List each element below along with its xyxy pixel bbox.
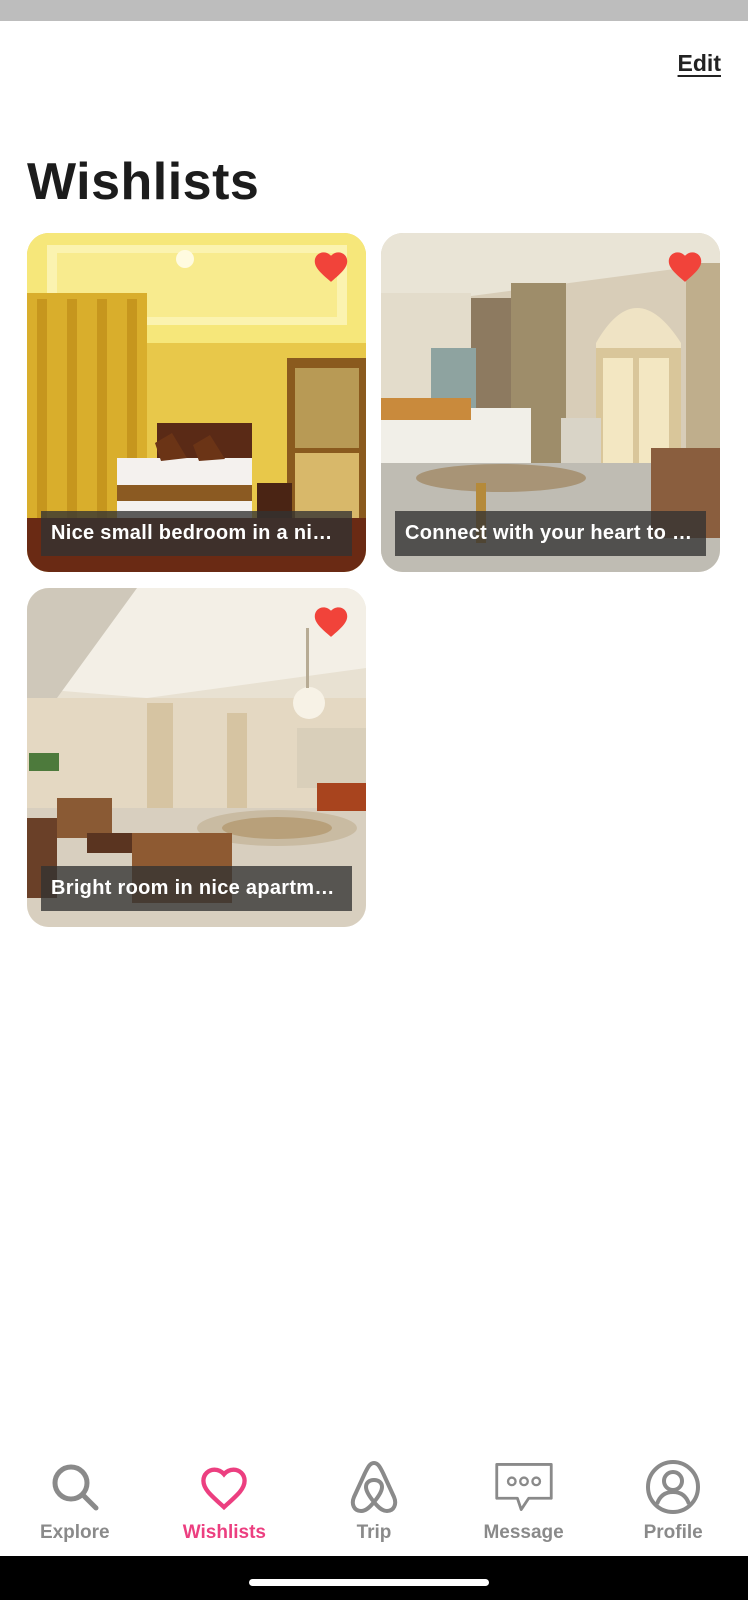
user-circle-icon [642, 1458, 704, 1516]
status-bar [0, 0, 748, 21]
wishlist-title: Nice small bedroom in a nic… [41, 511, 352, 556]
heart-icon[interactable] [312, 604, 350, 638]
wishlist-card[interactable]: Connect with your heart to … [381, 233, 720, 572]
wishlist-title: Bright room in nice apartm… [41, 866, 352, 911]
search-icon [44, 1458, 106, 1516]
nav-label: Wishlists [182, 1522, 267, 1543]
heart-icon[interactable] [666, 249, 704, 283]
nav-label: Explore [39, 1522, 110, 1543]
nav-item-explore[interactable]: Explore [0, 1440, 150, 1556]
airbnb-logo-icon [343, 1458, 405, 1516]
chat-bubble-icon [493, 1458, 555, 1516]
nav-item-message[interactable]: Message [449, 1440, 599, 1556]
nav-label: Trip [356, 1522, 392, 1543]
edit-button[interactable]: Edit [678, 50, 721, 77]
wishlist-card[interactable]: Nice small bedroom in a nic… [27, 233, 366, 572]
nav-item-profile[interactable]: Profile [598, 1440, 748, 1556]
nav-label: Message [483, 1522, 564, 1543]
home-indicator[interactable] [249, 1579, 489, 1586]
heart-outline-icon [193, 1458, 255, 1516]
wishlist-card[interactable]: Bright room in nice apartm… [27, 588, 366, 927]
nav-item-trip[interactable]: Trip [299, 1440, 449, 1556]
nav-item-wishlists[interactable]: Wishlists [150, 1440, 300, 1556]
nav-label: Profile [643, 1522, 703, 1543]
heart-icon[interactable] [312, 249, 350, 283]
page-title: Wishlists [27, 153, 260, 211]
system-navigation-bar [0, 1556, 748, 1600]
bottom-navigation: Explore Wishlists Trip Message Profile [0, 1440, 748, 1556]
wishlist-title: Connect with your heart to … [395, 511, 706, 556]
